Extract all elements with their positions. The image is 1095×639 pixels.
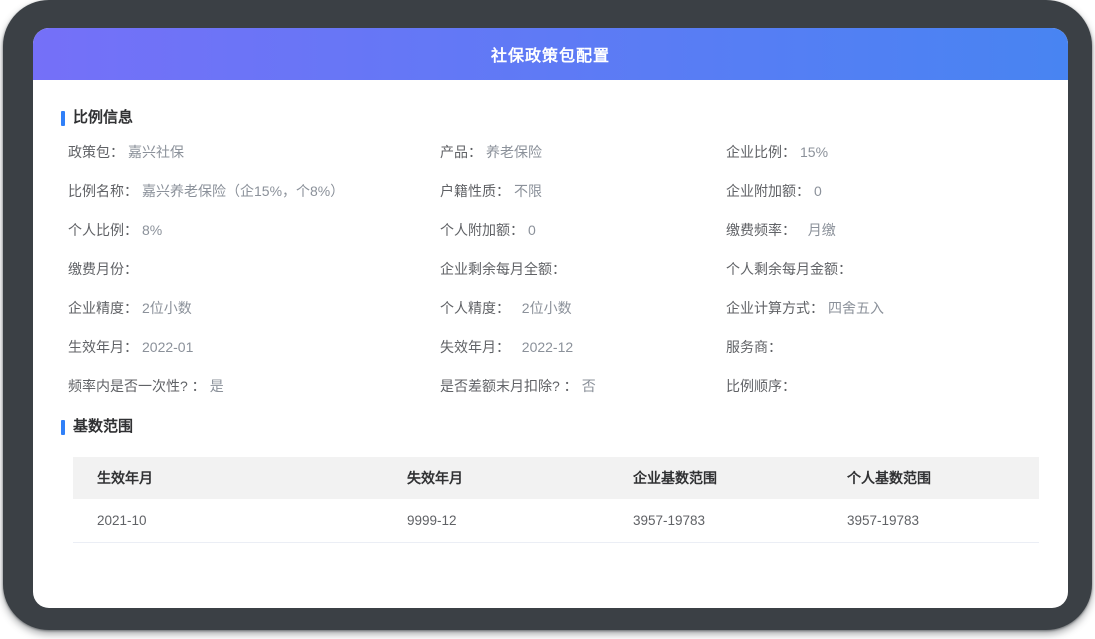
- field-value: 2位小数: [514, 298, 572, 318]
- field-household-type: 户籍性质： 不限: [440, 171, 726, 210]
- col-header-effective-month: 生效年月: [73, 457, 383, 499]
- field-payment-frequency: 缴费频率： 月缴: [726, 210, 1048, 249]
- field-label: 企业剩余每月全额：: [440, 259, 566, 279]
- dialog-header: 社保政策包配置: [33, 28, 1068, 80]
- field-label: 生效年月：: [68, 337, 138, 357]
- field-ratio-order: 比例顺序：: [726, 366, 1048, 405]
- col-header-company-base-range: 企业基数范围: [609, 457, 823, 499]
- field-effective-month: 生效年月： 2022-01: [68, 327, 440, 366]
- field-product: 产品： 养老保险: [440, 132, 726, 171]
- field-value: 月缴: [800, 220, 836, 240]
- field-label: 是否差额末月扣除? ：: [440, 376, 578, 396]
- field-label: 服务商：: [726, 337, 782, 357]
- field-label: 个人附加额：: [440, 220, 524, 240]
- field-value: 2位小数: [142, 298, 192, 318]
- ratio-info-grid: 政策包： 嘉兴社保 产品： 养老保险 企业比例： 15% 比例名称： 嘉兴养老保…: [33, 132, 1068, 405]
- section-title-base-range: 基数范围: [61, 419, 1068, 435]
- field-service-provider: 服务商：: [726, 327, 1048, 366]
- field-policy-package: 政策包： 嘉兴社保: [68, 132, 440, 171]
- col-header-personal-base-range: 个人基数范围: [823, 457, 1039, 499]
- field-value: 嘉兴社保: [128, 142, 184, 162]
- policy-config-dialog: 社保政策包配置 比例信息 政策包： 嘉兴社保 产品： 养老保险 企业比例： 15…: [33, 28, 1068, 608]
- field-label: 个人剩余每月金额：: [726, 259, 852, 279]
- field-value: 嘉兴养老保险（企15%，个8%）: [142, 181, 344, 201]
- cell-company-base-range: 3957-19783: [609, 499, 823, 543]
- dialog-title: 社保政策包配置: [491, 42, 610, 66]
- field-company-precision: 企业精度： 2位小数: [68, 288, 440, 327]
- field-ratio-name: 比例名称： 嘉兴养老保险（企15%，个8%）: [68, 171, 440, 210]
- field-value: 四舍五入: [828, 298, 884, 318]
- field-label: 个人精度：: [440, 298, 510, 318]
- section-title-ratio-info: 比例信息: [61, 110, 1068, 126]
- cell-personal-base-range: 3957-19783: [823, 499, 1039, 543]
- section-marker-bar: [61, 420, 65, 435]
- field-label: 比例名称：: [68, 181, 138, 201]
- field-personal-remaining-monthly-amount: 个人剩余每月金额：: [726, 249, 1048, 288]
- base-range-table: 生效年月 失效年月 企业基数范围 个人基数范围 2021-10 9999-12 …: [73, 457, 1039, 543]
- field-value: 2022-01: [142, 339, 193, 355]
- field-label: 缴费月份：: [68, 259, 138, 279]
- field-personal-precision: 个人精度： 2位小数: [440, 288, 726, 327]
- field-value: 2022-12: [514, 339, 573, 355]
- field-value: 0: [528, 222, 536, 238]
- field-label: 失效年月：: [440, 337, 510, 357]
- field-value: 不限: [514, 181, 542, 201]
- field-value: 是: [210, 376, 224, 396]
- field-value: 15%: [800, 144, 828, 160]
- field-label: 产品：: [440, 142, 482, 162]
- field-value: 0: [814, 183, 822, 199]
- col-header-expiry-month: 失效年月: [383, 457, 609, 499]
- field-value: 否: [582, 376, 596, 396]
- field-value: 8%: [142, 222, 162, 238]
- field-label: 政策包：: [68, 142, 124, 162]
- field-label: 企业比例：: [726, 142, 796, 162]
- field-label: 户籍性质：: [440, 181, 510, 201]
- table-row: 2021-10 9999-12 3957-19783 3957-19783: [73, 499, 1039, 543]
- field-label: 企业计算方式：: [726, 298, 824, 318]
- field-value: 养老保险: [486, 142, 542, 162]
- cell-expiry-month: 9999-12: [383, 499, 609, 543]
- window-frame: 社保政策包配置 比例信息 政策包： 嘉兴社保 产品： 养老保险 企业比例： 15…: [3, 0, 1092, 630]
- section-marker-bar: [61, 111, 65, 126]
- field-label: 缴费频率：: [726, 220, 796, 240]
- field-once-within-frequency: 频率内是否一次性? ： 是: [68, 366, 440, 405]
- field-label: 企业附加额：: [726, 181, 810, 201]
- field-company-extra-amount: 企业附加额： 0: [726, 171, 1048, 210]
- field-label: 比例顺序：: [726, 376, 796, 396]
- field-deduct-diff-last-month: 是否差额末月扣除? ： 否: [440, 366, 726, 405]
- field-payment-month: 缴费月份：: [68, 249, 440, 288]
- section-title-text: 比例信息: [73, 110, 133, 126]
- field-personal-extra-amount: 个人附加额： 0: [440, 210, 726, 249]
- field-label: 频率内是否一次性? ：: [68, 376, 206, 396]
- field-personal-ratio: 个人比例： 8%: [68, 210, 440, 249]
- table-header-row: 生效年月 失效年月 企业基数范围 个人基数范围: [73, 457, 1039, 499]
- field-label: 个人比例：: [68, 220, 138, 240]
- cell-effective-month: 2021-10: [73, 499, 383, 543]
- field-expiry-month: 失效年月： 2022-12: [440, 327, 726, 366]
- field-company-calc-method: 企业计算方式： 四舍五入: [726, 288, 1048, 327]
- field-company-remaining-monthly-amount: 企业剩余每月全额：: [440, 249, 726, 288]
- field-company-ratio: 企业比例： 15%: [726, 132, 1048, 171]
- section-title-text: 基数范围: [73, 419, 133, 435]
- field-label: 企业精度：: [68, 298, 138, 318]
